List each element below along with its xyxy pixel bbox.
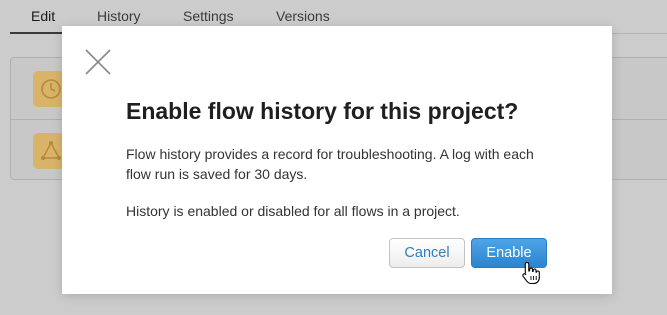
dialog-title: Enable flow history for this project? <box>126 98 519 124</box>
dialog-description: Flow history provides a record for troub… <box>126 146 534 182</box>
modal-overlay: Enable flow history for this project? Fl… <box>0 0 667 315</box>
dialog-note: History is enabled or disabled for all f… <box>126 203 460 219</box>
cancel-button[interactable]: Cancel <box>389 238 465 268</box>
close-icon[interactable] <box>84 48 112 76</box>
hand-cursor-icon <box>522 261 540 285</box>
enable-history-dialog: Enable flow history for this project? Fl… <box>62 26 612 294</box>
